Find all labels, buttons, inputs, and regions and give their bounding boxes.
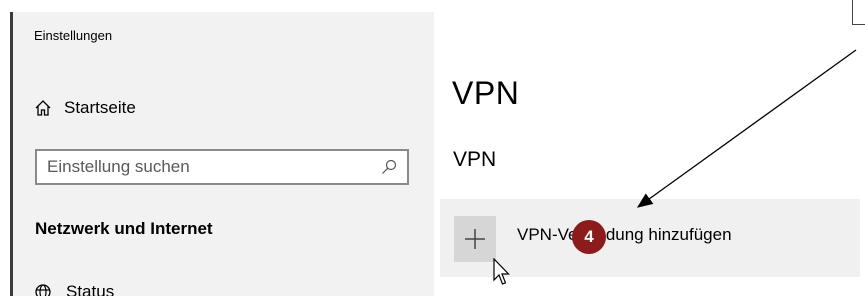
annotation-arrow [636, 49, 857, 208]
